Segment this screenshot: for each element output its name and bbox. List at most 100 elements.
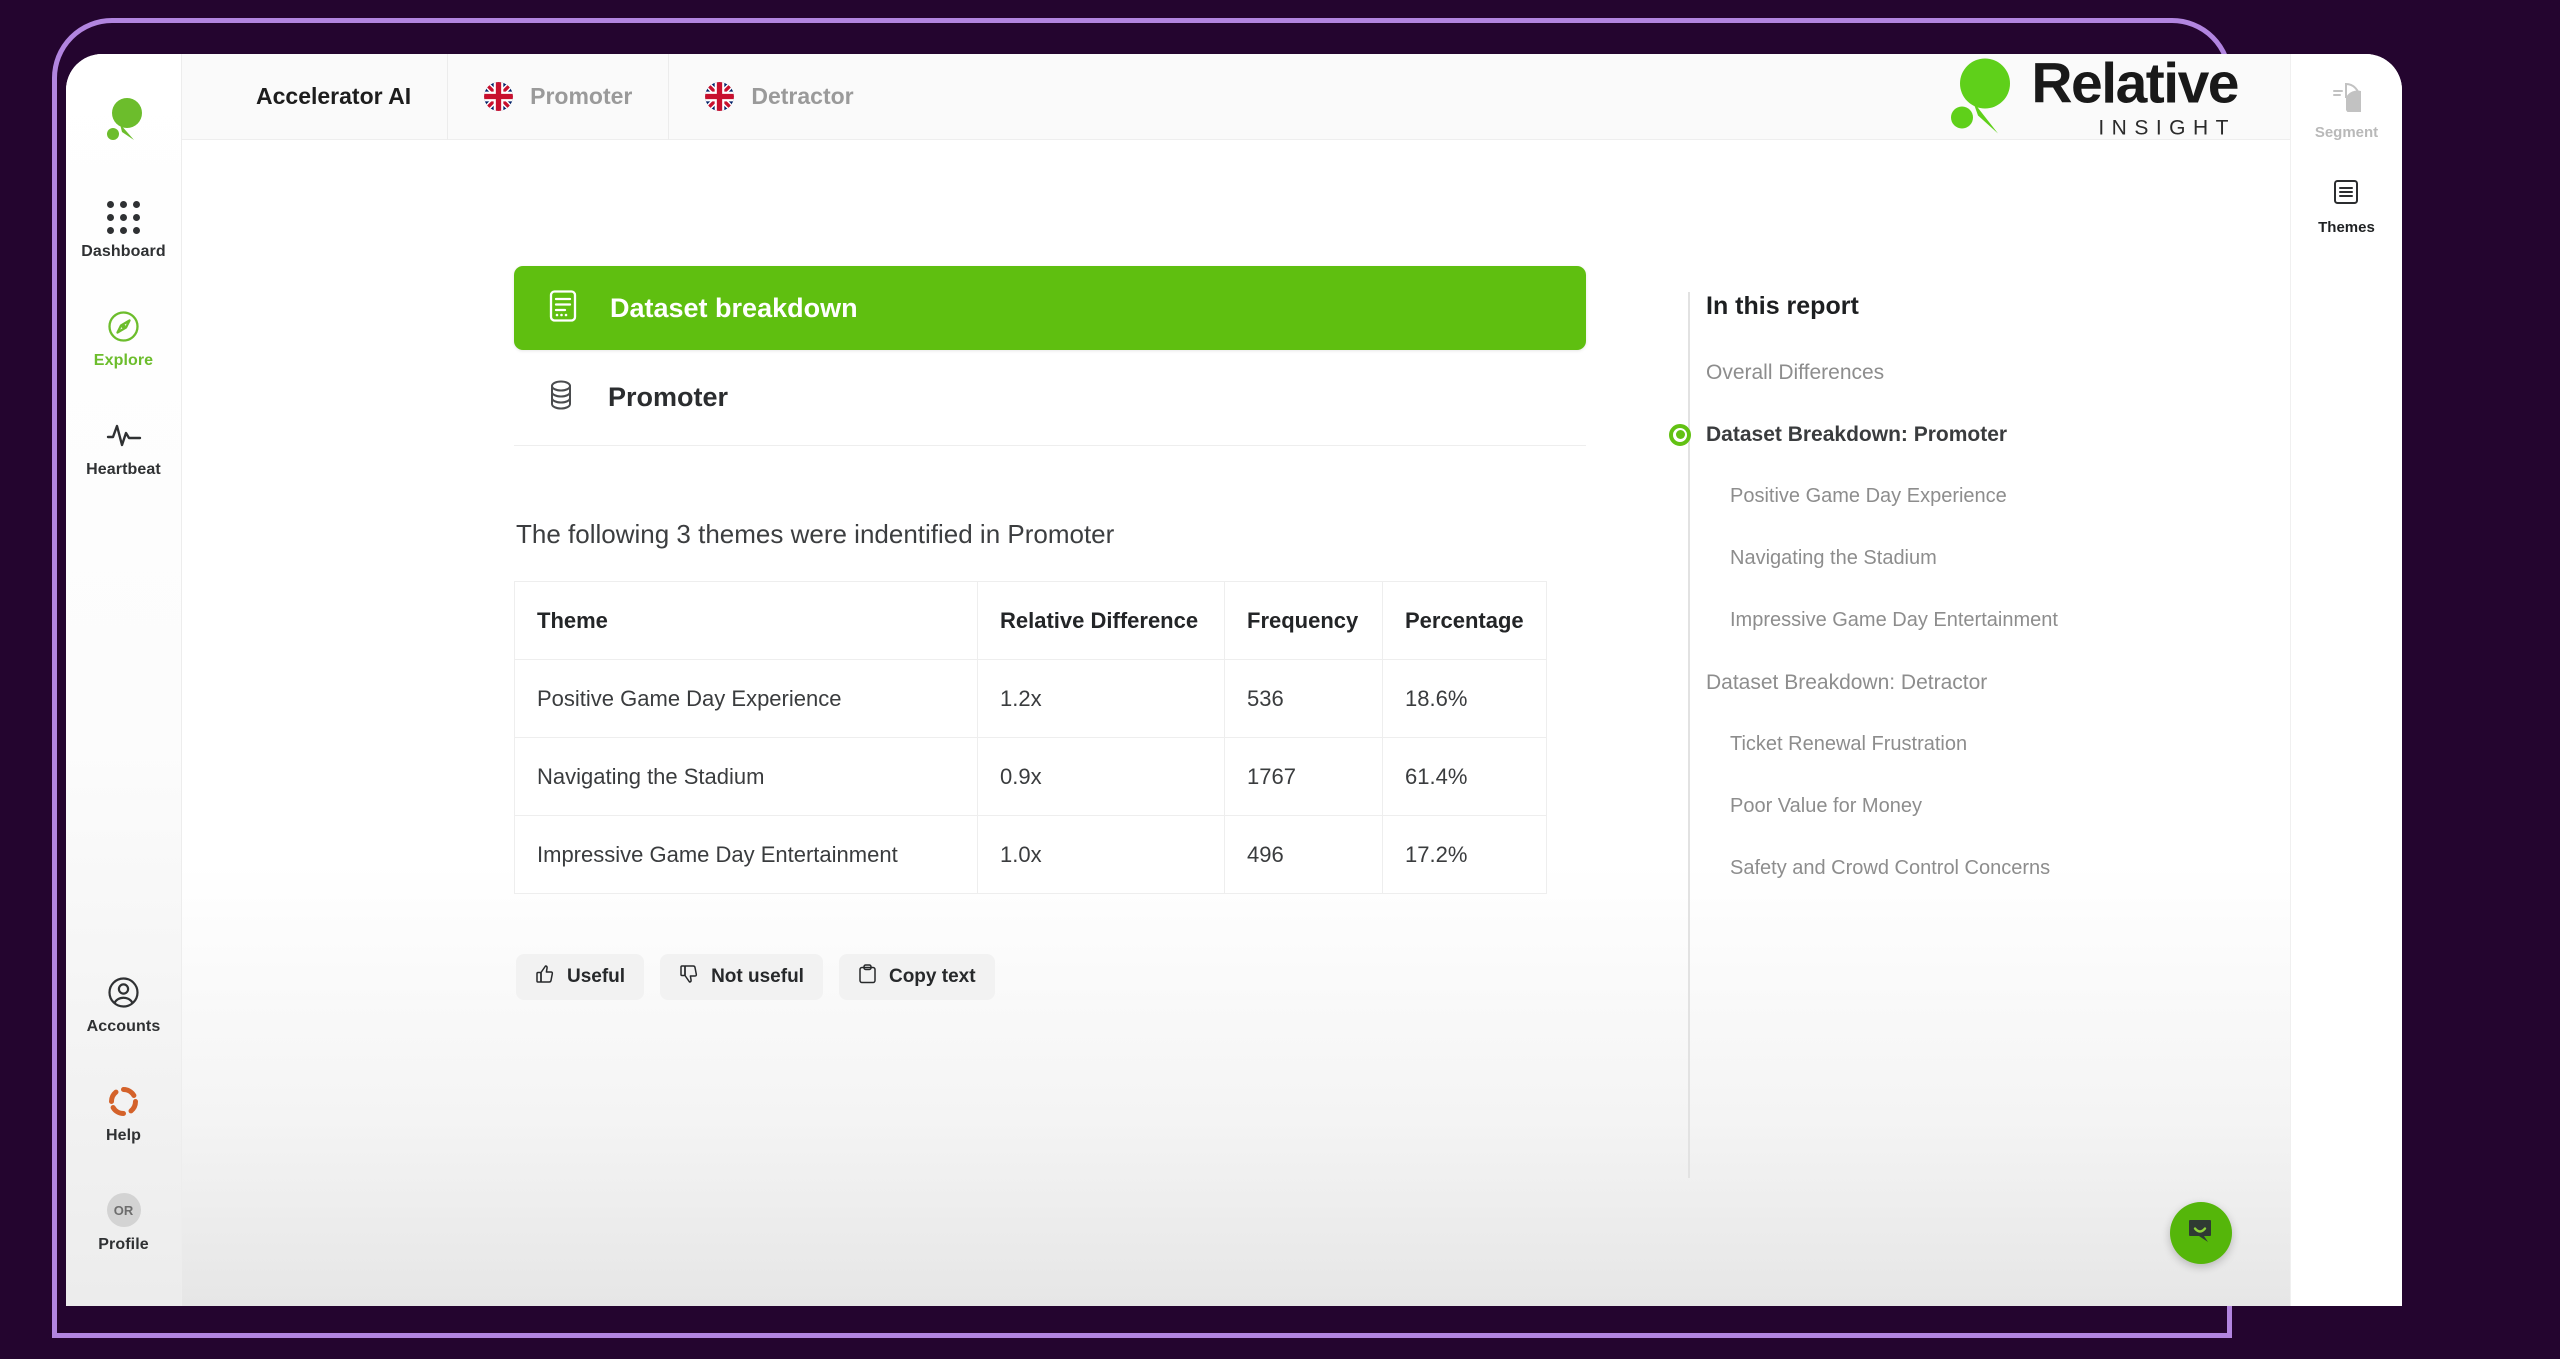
sidebar-item-label: Profile [98,1236,149,1253]
toc-item-label: Ticket Renewal Frustration [1730,733,1968,755]
table-row: Impressive Game Day Entertainment 1.0x 4… [514,815,1547,894]
toc-item-overall-differences[interactable]: Overall Differences [1706,354,2290,391]
thumbs-down-icon [679,964,699,990]
sidebar-item-accounts[interactable]: Accounts [78,975,170,1036]
logo-blob-icon [1951,58,2011,134]
themes-table: Theme Relative Difference Frequency Perc… [514,581,1547,894]
avatar-icon: OR [106,1193,141,1227]
tab-promoter[interactable]: Promoter [448,54,670,140]
database-icon [548,379,574,416]
toc-item-label: Poor Value for Money [1730,795,1922,817]
sidebar-item-explore[interactable]: Explore [78,309,170,370]
toc-item-impressive-game-day-entertainment[interactable]: Impressive Game Day Entertainment [1730,602,2290,639]
cell-relative-difference: 1.0x [977,815,1225,894]
table-header-row: Theme Relative Difference Frequency Perc… [514,581,1547,660]
feedback-actions: Useful Not useful Copy text [514,954,1586,1000]
cell-theme: Positive Game Day Experience [514,659,978,738]
uk-flag-icon [484,82,514,111]
clipboard-icon [858,964,877,990]
section-title: Dataset breakdown [610,292,858,323]
pulse-icon [106,418,142,452]
column-header-theme: Theme [514,581,978,660]
compass-icon [107,309,140,343]
sidebar-primary-nav: Dashboard Explore Heartbeat [78,200,170,479]
rail-item-segment[interactable]: Segment [2315,82,2378,141]
grid-dots-icon [107,200,140,234]
toc-item-navigating-the-stadium[interactable]: Navigating the Stadium [1730,540,2290,577]
content-region: Dataset breakdown Promoter The following… [182,140,2290,1306]
relative-insight-logo: Relative INSIGHT [1945,54,2239,139]
toc-item-label: Dataset Breakdown: Promoter [1706,422,2008,446]
chat-launcher-button[interactable] [2170,1202,2232,1264]
useful-button[interactable]: Useful [516,954,645,1000]
report-document-icon [546,289,580,328]
main-column: Accelerator AI Promoter Detractor Relati… [182,54,2290,1306]
sidebar-item-label: Help [105,1127,142,1144]
toc-item-poor-value-for-money[interactable]: Poor Value for Money [1730,788,2290,825]
column-header-percentage: Percentage [1382,581,1547,660]
button-label: Useful [567,966,626,987]
themes-list-icon [2331,177,2361,212]
cell-percentage: 18.6% [1382,659,1547,738]
promoter-subsection-header[interactable]: Promoter [514,350,1586,446]
cell-theme: Impressive Game Day Entertainment [514,815,978,894]
cell-percentage: 17.2% [1382,815,1547,894]
right-tool-rail: Segment Themes [2290,54,2402,1306]
cell-frequency: 496 [1224,815,1383,894]
sidebar-item-profile[interactable]: OR Profile [78,1193,170,1254]
user-circle-icon [107,975,140,1009]
tab-label: Accelerator AI [256,83,412,109]
toc-active-marker-icon [1669,423,1691,446]
logo-primary-text: Relative [2031,54,2239,115]
tab-accelerator-ai[interactable]: Accelerator AI [256,54,449,140]
toc-heading: In this report [1706,292,1859,320]
cell-relative-difference: 1.2x [977,659,1225,738]
sidebar-item-dashboard[interactable]: Dashboard [78,200,170,261]
lifebuoy-icon [107,1084,140,1118]
sidebar-item-heartbeat[interactable]: Heartbeat [78,418,170,479]
toc-item-label: Navigating the Stadium [1730,547,1937,569]
rail-item-label: Segment [2314,124,2379,141]
left-sidebar: Dashboard Explore Heartbeat Accounts Hel… [66,54,182,1306]
sidebar-item-label: Accounts [86,1018,161,1035]
brand-logo-mark [100,94,148,150]
copy-text-button[interactable]: Copy text [838,954,995,1000]
uk-flag-icon [705,82,735,111]
table-row: Positive Game Day Experience 1.2x 536 18… [514,659,1547,738]
toc-item-ticket-renewal-frustration[interactable]: Ticket Renewal Frustration [1730,726,2290,763]
rail-item-label: Themes [2318,219,2375,236]
sidebar-item-label: Explore [93,352,154,369]
sidebar-item-help[interactable]: Help [78,1084,170,1145]
report-document: Dataset breakdown Promoter The following… [182,140,1670,1306]
chat-bubble-icon [2186,1216,2216,1251]
in-this-report-panel: In this report Overall Differences Datas… [1669,140,2290,1306]
toc-item-label: Positive Game Day Experience [1730,485,2007,507]
table-row: Navigating the Stadium 0.9x 1767 61.4% [514,737,1547,816]
avatar-initials: OR [113,1202,134,1218]
toc-item-safety-and-crowd-control-concerns[interactable]: Safety and Crowd Control Concerns [1730,850,2290,887]
cell-frequency: 1767 [1224,737,1383,816]
toc-item-dataset-breakdown-detractor[interactable]: Dataset Breakdown: Detractor [1706,664,2290,701]
not-useful-button[interactable]: Not useful [660,954,823,1000]
sidebar-secondary-nav: Accounts Help OR Profile [66,975,181,1254]
cell-percentage: 61.4% [1382,737,1547,816]
column-header-frequency: Frequency [1224,581,1383,660]
toc-item-dataset-breakdown-promoter[interactable]: Dataset Breakdown: Promoter [1669,416,2290,453]
dataset-breakdown-banner[interactable]: Dataset breakdown [514,266,1586,350]
sidebar-item-label: Heartbeat [86,461,161,478]
app-window: Dashboard Explore Heartbeat Accounts Hel… [66,54,2402,1306]
cell-frequency: 536 [1224,659,1383,738]
toc-item-label: Safety and Crowd Control Concerns [1730,857,2051,879]
tab-detractor[interactable]: Detractor [669,54,889,140]
subsection-title: Promoter [608,382,729,412]
themes-summary-text: The following 3 themes were indentified … [516,519,1115,549]
thumbs-up-icon [535,964,555,990]
rail-item-themes[interactable]: Themes [2318,177,2375,236]
column-header-relative-difference: Relative Difference [977,581,1225,660]
toc-progress-line [1688,292,1690,1178]
toc-item-positive-game-day-experience[interactable]: Positive Game Day Experience [1730,478,2290,515]
logo-secondary-text: INSIGHT [2098,116,2236,139]
tab-label: Detractor [751,83,854,109]
cell-theme: Navigating the Stadium [514,737,978,816]
toc-item-label: Dataset Breakdown: Detractor [1706,670,1988,694]
